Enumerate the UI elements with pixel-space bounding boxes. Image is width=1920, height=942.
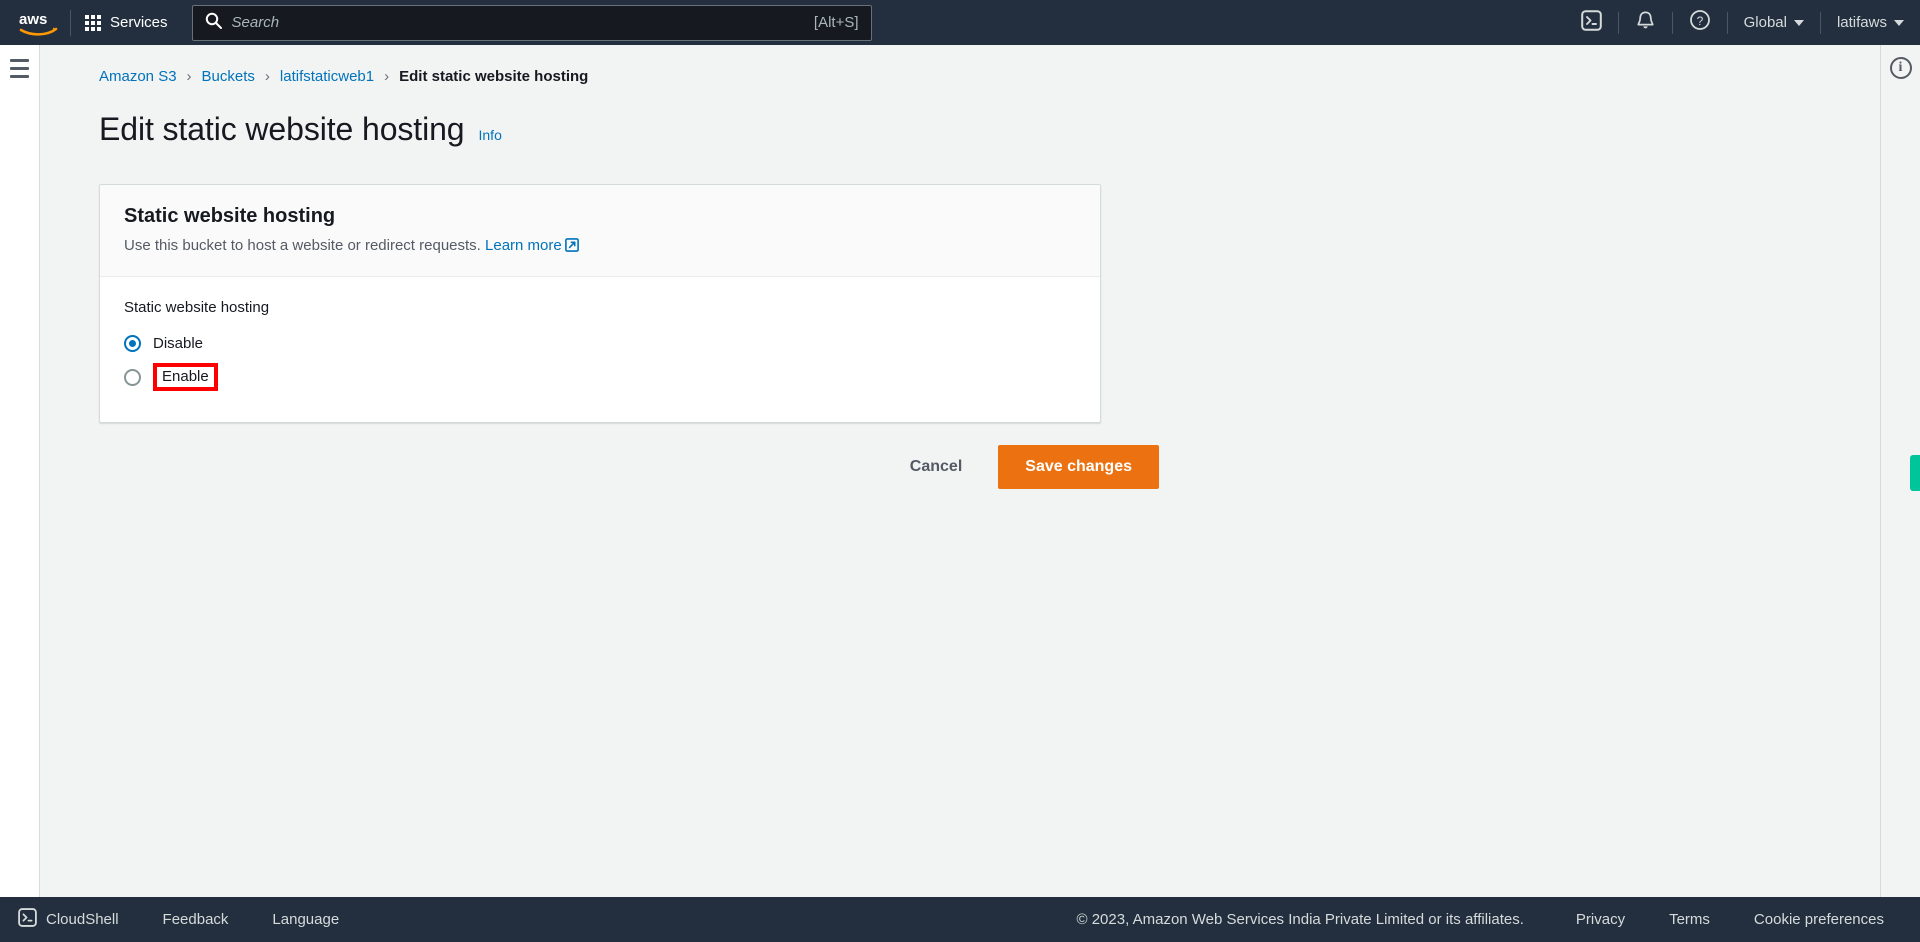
cloudshell-icon <box>1580 9 1602 36</box>
aws-logo[interactable]: aws <box>8 10 70 36</box>
search-input[interactable] <box>231 14 814 31</box>
global-search-box[interactable]: [Alt+S] <box>191 4 872 41</box>
help-button[interactable]: ? <box>1673 0 1727 45</box>
card-title: Static website hosting <box>124 205 336 227</box>
bell-icon <box>1635 10 1656 36</box>
footer-cloudshell-label: CloudShell <box>46 911 119 928</box>
breadcrumb-item-buckets[interactable]: Buckets <box>202 68 255 85</box>
static-website-hosting-card: Static website hosting Use this bucket t… <box>99 184 1101 423</box>
save-changes-button[interactable]: Save changes <box>998 445 1159 489</box>
footer-copyright: © 2023, Amazon Web Services India Privat… <box>1076 911 1524 928</box>
breadcrumb-separator-icon: › <box>186 68 192 85</box>
radio-disable-indicator[interactable] <box>124 334 141 352</box>
breadcrumb-separator-icon: › <box>384 68 390 85</box>
footer-language-link[interactable]: Language <box>250 911 361 928</box>
hosting-field-label: Static website hosting <box>124 299 270 316</box>
region-label: Global <box>1743 14 1787 31</box>
breadcrumb-item-bucket-name[interactable]: latifstaticweb1 <box>280 68 374 85</box>
account-label: latifaws <box>1836 14 1887 31</box>
svg-text:?: ? <box>1696 14 1703 28</box>
top-nav-right-group: ? Global latifaws <box>1565 0 1920 45</box>
chevron-down-icon <box>1793 19 1804 26</box>
card-body: Static website hosting Disable Enable <box>100 277 1100 422</box>
main-content: Amazon S3 › Buckets › latifstaticweb1 › … <box>41 45 1879 897</box>
feedback-tab[interactable] <box>1910 455 1920 491</box>
external-link-icon <box>564 238 579 256</box>
page-header: Edit static website hosting Info <box>41 85 1879 148</box>
footer-cloudshell-button[interactable]: CloudShell <box>0 908 141 931</box>
left-navigation-rail <box>0 45 40 897</box>
breadcrumb-separator-icon: › <box>264 68 270 85</box>
page-title: Edit static website hosting <box>99 111 465 147</box>
help-circle-icon: ? <box>1689 9 1711 36</box>
breadcrumb-item-current: Edit static website hosting <box>399 68 589 85</box>
card-description-text: Use this bucket to host a website or red… <box>124 237 481 254</box>
radio-option-enable[interactable]: Enable <box>124 360 1076 394</box>
card-header: Static website hosting Use this bucket t… <box>100 185 1100 277</box>
hamburger-menu-icon[interactable] <box>10 59 29 78</box>
notifications-button[interactable] <box>1619 0 1672 45</box>
learn-more-label: Learn more <box>485 237 562 254</box>
card-description: Use this bucket to host a website or red… <box>124 237 1076 256</box>
breadcrumb-item-amazon-s3[interactable]: Amazon S3 <box>99 68 177 85</box>
grid-icon <box>85 14 101 31</box>
footer-left-group: CloudShell Feedback Language <box>0 908 361 931</box>
cloudshell-icon <box>18 908 37 931</box>
cloudshell-button[interactable] <box>1565 0 1618 45</box>
learn-more-link[interactable]: Learn more <box>485 237 579 254</box>
region-selector[interactable]: Global <box>1728 0 1820 45</box>
breadcrumb: Amazon S3 › Buckets › latifstaticweb1 › … <box>41 45 1879 85</box>
radio-option-disable[interactable]: Disable <box>124 326 1076 360</box>
radio-enable-indicator[interactable] <box>124 368 141 386</box>
radio-enable-label: Enable <box>153 363 218 391</box>
footer-privacy-link[interactable]: Privacy <box>1554 911 1647 928</box>
footer-terms-link[interactable]: Terms <box>1647 911 1732 928</box>
svg-text:aws: aws <box>19 11 47 28</box>
info-circle-icon[interactable]: i <box>1889 57 1912 79</box>
search-icon <box>205 12 222 34</box>
form-actions: Cancel Save changes <box>99 445 1159 489</box>
footer-feedback-link[interactable]: Feedback <box>141 911 251 928</box>
search-shortcut-hint: [Alt+S] <box>813 14 859 31</box>
services-menu-button[interactable]: Services <box>71 0 182 45</box>
top-navigation-bar: aws Services [Alt+S] <box>0 0 1920 45</box>
footer-cookie-preferences-link[interactable]: Cookie preferences <box>1732 911 1906 928</box>
cancel-button[interactable]: Cancel <box>896 448 976 486</box>
page-info-link[interactable]: Info <box>479 127 502 143</box>
footer-bar: CloudShell Feedback Language © 2023, Ama… <box>0 897 1920 942</box>
account-menu[interactable]: latifaws <box>1821 0 1920 45</box>
services-label: Services <box>110 14 168 31</box>
chevron-down-icon <box>1894 19 1904 26</box>
radio-disable-label: Disable <box>153 334 204 352</box>
footer-right-group: © 2023, Amazon Web Services India Privat… <box>1077 911 1920 928</box>
